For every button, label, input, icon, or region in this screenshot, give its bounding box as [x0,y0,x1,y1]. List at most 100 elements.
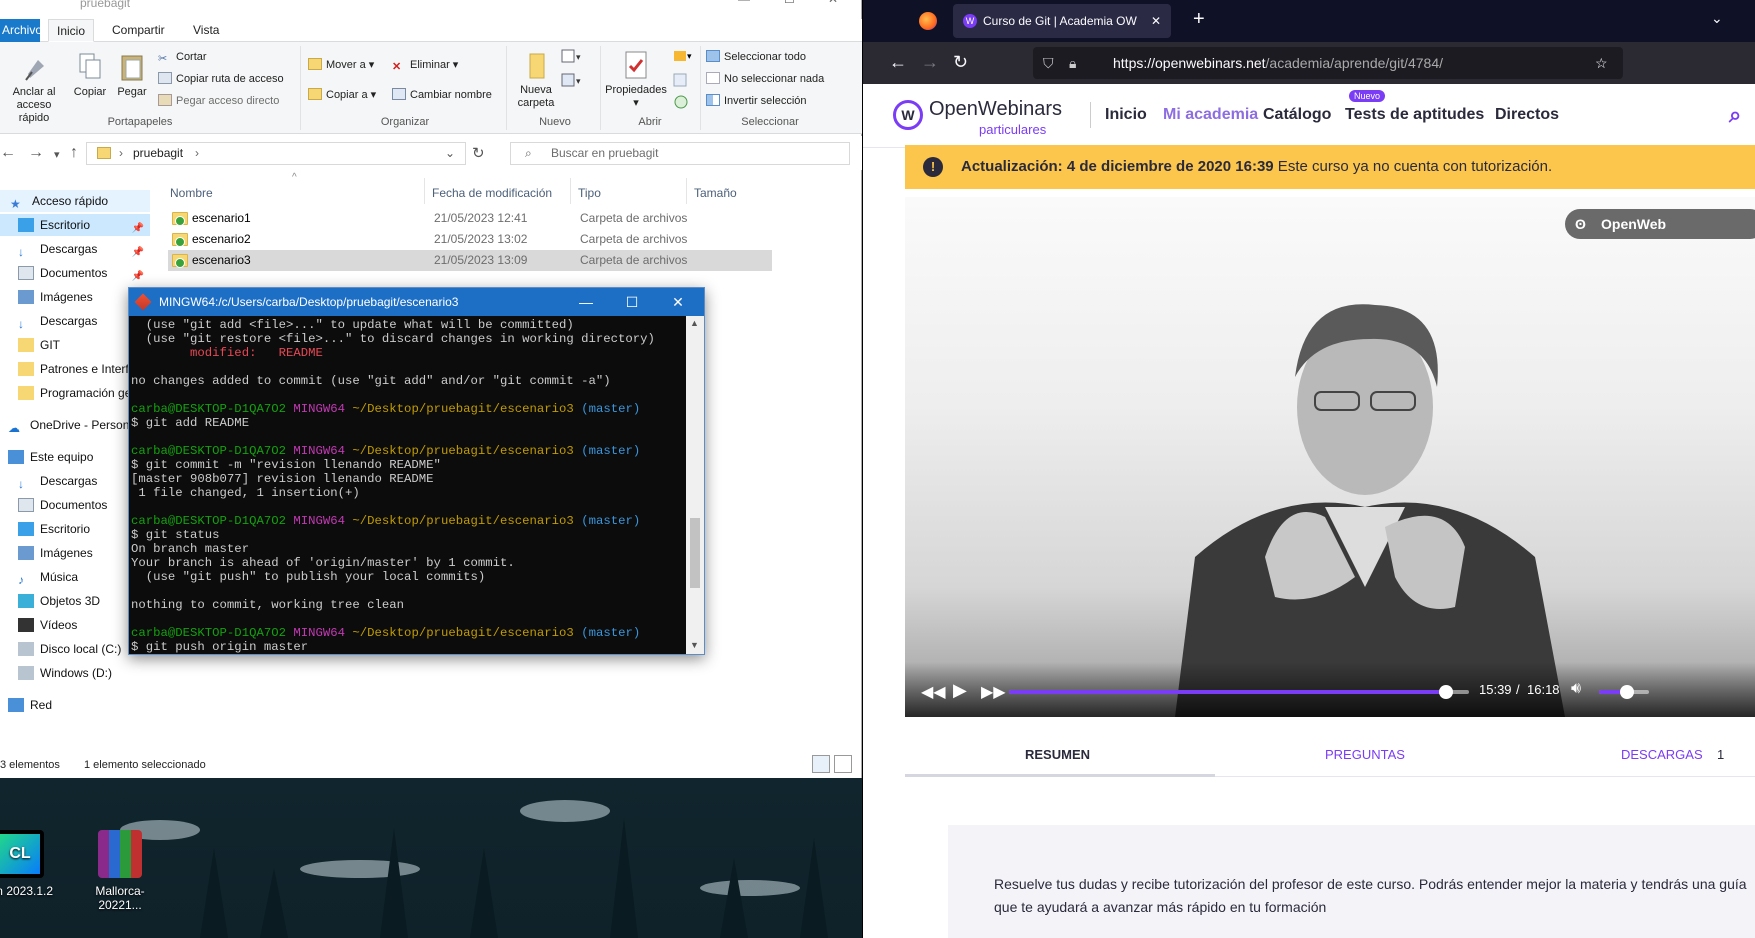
volume-handle[interactable] [1619,685,1634,699]
volume-icon[interactable]: 🔊︎ [1571,680,1581,698]
video-player[interactable]: ʘ OpenWeb ◀◀ ▶ ▶▶ 15:39 / 16:18 🔊︎ [905,197,1755,717]
close-tab-icon[interactable]: ✕ [1151,4,1161,38]
copy-button[interactable]: Copiar [70,52,110,99]
minimize-icon[interactable]: — [563,288,609,316]
clion-desktop-icon[interactable]: CL ion 2023.1.2 [0,830,65,898]
fast-forward-icon[interactable]: ▶▶ [981,682,1006,702]
nav-catalogo[interactable]: Catálogo [1263,106,1331,124]
nav-escritorio[interactable]: Escritorio 📌 [0,214,150,236]
maximize-icon[interactable]: ☐ [784,0,795,6]
minimize-icon[interactable]: — [738,0,750,6]
file-row[interactable]: escenario3 21/05/2023 13:09 Carpeta de a… [168,250,772,271]
progress-track[interactable] [1009,685,1469,699]
reload-icon[interactable]: ↻ [953,52,968,73]
winrar-desktop-icon[interactable]: Mallorca-20221... [75,830,165,912]
logo-w-icon: W [893,100,923,130]
tab-preguntas[interactable]: PREGUNTAS [1325,747,1405,762]
paste-shortcut-button[interactable]: Pegar acceso directo [158,92,279,110]
easy-access-icon[interactable]: ▾ [560,72,584,90]
select-none-button[interactable]: No seleccionar nada [706,70,824,88]
pin-quick-access-button[interactable]: Anclar al acceso rápido [0,52,68,125]
progress-handle[interactable] [1439,685,1453,699]
nav-documentos[interactable]: Documentos 📌 [0,262,150,284]
column-date[interactable]: Fecha de modificación [432,182,552,204]
list-tabs-chevron-icon[interactable]: ⌄ [1711,10,1723,27]
bookmark-star-icon[interactable]: ☆ [1595,47,1608,79]
close-icon[interactable]: ✕ [655,288,701,316]
delete-button[interactable]: ✕ Eliminar ▾ [392,56,458,74]
chevron-down-icon[interactable]: ⌄ [445,143,455,164]
openwebinars-logo[interactable]: W OpenWebinars particulares [893,98,1093,138]
path-segment[interactable]: pruebagit [133,143,183,164]
back-arrow-icon[interactable]: ← [0,144,16,162]
nav-quick-access[interactable]: ★ Acceso rápido [0,190,150,212]
path-field[interactable]: › pruebagit › ⌄ [86,142,466,165]
new-folder-button[interactable]: Nueva carpeta [510,50,562,110]
properties-button[interactable]: Propiedades ▾ [600,50,672,110]
play-icon[interactable]: ▶ [953,680,967,701]
firefox-icon[interactable] [919,12,937,30]
tab-vista[interactable]: Vista [185,19,227,42]
banner-text: Este curso ya no cuenta con tutorización… [1273,158,1553,175]
tab-inicio[interactable]: Inicio [48,19,95,42]
search-input[interactable]: ⌕ Buscar en pruebagit [510,142,850,165]
details-view-icon[interactable] [812,755,830,773]
rewind-icon[interactable]: ◀◀ [921,682,946,702]
copy-path-button[interactable]: Copiar ruta de acceso [158,70,284,88]
nav-windows-d[interactable]: Windows (D:) [0,662,150,684]
file-row[interactable]: escenario2 21/05/2023 13:02 Carpeta de a… [168,229,772,250]
nav-tests[interactable]: Tests de aptitudes [1345,106,1484,124]
forward-arrow-icon[interactable]: → [921,52,939,73]
pin-icon: 📌 [131,271,144,282]
rename-button[interactable]: Cambiar nombre [392,86,492,104]
move-to-button[interactable]: Mover a ▾ [308,56,374,74]
new-item-icon[interactable]: ▾ [560,48,584,66]
invert-selection-button[interactable]: Invertir selección [706,92,807,110]
history-dropdown-icon[interactable]: ▾ [54,148,60,161]
history-icon[interactable] [672,94,690,110]
large-icons-view-icon[interactable] [834,755,852,773]
column-size[interactable]: Tamaño [694,182,737,204]
select-all-button[interactable]: Seleccionar todo [706,48,806,66]
new-tab-icon[interactable]: + [1193,8,1205,31]
window-title: pruebagit [80,0,131,10]
nav-mi-academia[interactable]: Mi academia [1163,106,1258,124]
tab-archivo[interactable]: Archivo [0,19,42,42]
browser-tab[interactable]: W Curso de Git | Academia OW ✕ [953,4,1171,38]
edit-icon[interactable] [672,72,690,88]
nav-descargas[interactable]: ↓ Descargas 📌 [0,238,150,260]
maximize-icon[interactable]: ☐ [609,288,655,316]
url-bar[interactable]: ⛉ 🔒︎ https://openwebinars.net/academia/a… [1033,47,1623,79]
volume-track[interactable] [1599,685,1649,699]
forward-arrow-icon[interactable]: → [28,144,44,162]
download-arrow-icon: ↓ [18,477,24,491]
copy-folder-icon [308,88,322,100]
file-row[interactable]: escenario1 21/05/2023 12:41 Carpeta de a… [168,208,772,229]
drive-icon [18,642,34,656]
nav-inicio[interactable]: Inicio [1105,106,1147,124]
close-icon[interactable]: ✕ [828,0,838,6]
git-bash-terminal-window[interactable]: MINGW64:/c/Users/carba/Desktop/pruebagit… [128,287,705,655]
up-arrow-icon[interactable]: ↑ [70,144,78,162]
nav-directos[interactable]: Directos [1495,106,1559,124]
refresh-icon[interactable]: ↻ [472,144,485,162]
tab-resumen[interactable]: RESUMEN [1025,747,1090,762]
scrollbar-thumb[interactable] [690,518,700,588]
tab-compartir[interactable]: Compartir [104,19,173,42]
nav-red[interactable]: Red [0,694,150,716]
terminal-output[interactable]: (use "git add <file>..." to update what … [129,316,686,654]
invert-selection-icon [706,94,720,106]
cut-button[interactable]: ✂ Cortar [158,48,207,66]
back-arrow-icon[interactable]: ← [889,52,907,73]
copy-to-button[interactable]: Copiar a ▾ [308,86,376,104]
paste-label: Pegar [117,86,147,98]
search-icon[interactable]: ⌕ [1729,102,1741,128]
scroll-up-icon[interactable]: ▲ [690,318,699,328]
scroll-down-icon[interactable]: ▼ [690,640,699,650]
tab-descargas[interactable]: DESCARGAS [1621,747,1703,762]
terminal-scrollbar[interactable]: ▲ ▼ [686,316,704,654]
paste-button[interactable]: Pegar [112,52,152,99]
column-type[interactable]: Tipo [578,182,601,204]
column-name[interactable]: Nombre [170,182,213,204]
open-folder-icon[interactable]: ▾ [672,48,696,64]
